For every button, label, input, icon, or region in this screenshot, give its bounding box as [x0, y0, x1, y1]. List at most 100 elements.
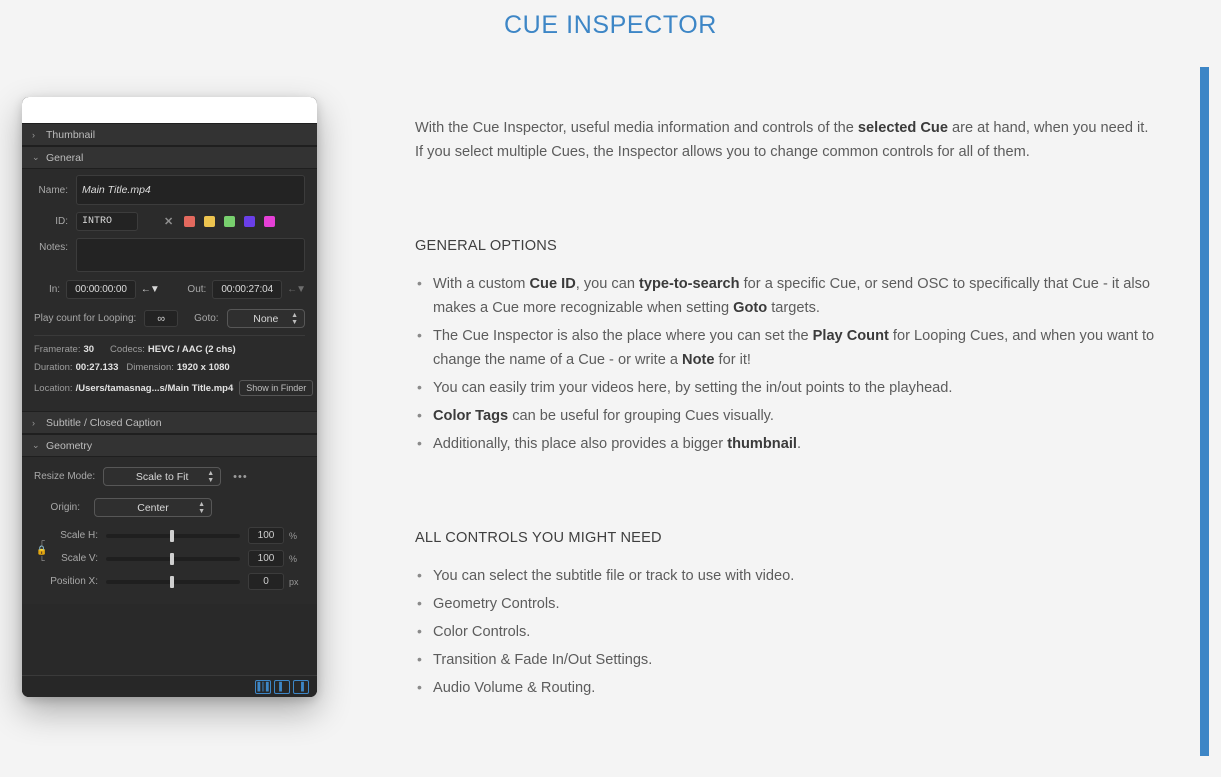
list-item: You can easily trim your videos here, by… [415, 375, 1160, 400]
scale-h-label: Scale H: [60, 530, 98, 541]
location-label: Location: [34, 382, 73, 394]
bracket-top-icon: ┌ [39, 535, 45, 545]
color-tag-swatches: ✕ [164, 215, 276, 228]
chevron-right-icon: › [32, 417, 35, 428]
scale-v-unit: % [289, 553, 298, 564]
scale-v-row: Scale V: 100 % [50, 550, 305, 567]
goto-label: Goto: [194, 313, 219, 324]
cue-inspector-screenshot: › Thumbnail ⌄ General Name: Main Title.m… [22, 97, 317, 697]
position-x-slider[interactable] [106, 575, 240, 588]
chevron-down-icon: ⌄ [32, 440, 40, 450]
in-timecode-input[interactable]: 00:00:00:00 [66, 280, 136, 299]
show-in-finder-button[interactable]: Show in Finder [239, 380, 314, 396]
out-timecode-input[interactable]: 00:00:27:04 [212, 280, 283, 299]
origin-select[interactable]: Center ▲ ▼ [94, 498, 212, 517]
color-tag-red[interactable] [184, 216, 196, 227]
bullet-bold: thumbnail [727, 436, 797, 452]
bullet-bold: Play Count [812, 328, 889, 344]
chevron-right-icon: › [32, 129, 35, 140]
dimension-label: Dimension: [126, 362, 174, 373]
position-x-unit: px [289, 576, 299, 587]
color-tag-yellow[interactable] [204, 216, 216, 227]
section-label-subtitle: Subtitle / Closed Caption [46, 416, 162, 429]
bullet-text: Additionally, this place also provides a… [433, 436, 728, 452]
name-label: Name: [38, 184, 68, 196]
scale-h-input[interactable]: 100 [248, 527, 284, 544]
notes-input[interactable] [76, 238, 305, 272]
resize-mode-select[interactable]: Scale to Fit ▲ ▼ [103, 467, 222, 486]
section-heading-all-controls: ALL CONTROLS YOU MIGHT NEED [415, 530, 662, 546]
intro-bold1: selected Cue [857, 120, 948, 136]
framerate-codecs-row: Framerate: 30 Codecs: HEVC / AAC (2 chs) [34, 344, 305, 355]
goto-select[interactable]: None ▲ ▼ [226, 309, 305, 328]
bullet-bold: type-to-search [639, 276, 740, 292]
origin-value: Center [137, 501, 169, 514]
name-input[interactable]: Main Title.mp4 [76, 175, 305, 205]
scale-v-slider[interactable] [106, 552, 240, 565]
scale-v-input[interactable]: 100 [248, 550, 284, 567]
clear-color-tag-icon[interactable]: ✕ [164, 215, 173, 228]
page-title: CUE INSPECTOR [504, 11, 717, 39]
stepper-arrows-icon: ▲ ▼ [207, 469, 215, 484]
bullet-text: can be useful for grouping Cues visually… [508, 408, 774, 424]
slider-knob[interactable] [170, 575, 175, 588]
play-count-input[interactable]: ∞ [144, 310, 179, 327]
codecs-value: HEVC / AAC (2 chs) [147, 344, 236, 355]
scale-h-slider[interactable] [106, 529, 240, 542]
in-label: In: [48, 284, 61, 295]
bullet-text: Color Controls. [433, 624, 531, 640]
section-header-thumbnail[interactable]: › Thumbnail [22, 123, 317, 146]
slider-knob[interactable] [170, 529, 175, 542]
cue-id-input[interactable]: INTRO [76, 212, 138, 231]
scale-v-label: Scale V: [61, 553, 98, 564]
position-x-row: Position X: 0 px [34, 573, 305, 590]
resize-mode-value: Scale to Fit [135, 470, 189, 483]
goto-value: None [253, 312, 279, 325]
section-header-subtitle[interactable]: › Subtitle / Closed Caption [22, 411, 317, 434]
location-value: /Users/tamasnag...s/Main Title.mp4 [75, 382, 234, 394]
list-item: Transition & Fade In/Out Settings. [415, 647, 1160, 672]
section-label-geometry: Geometry [46, 439, 93, 452]
section-header-geometry[interactable]: ⌄ Geometry [22, 434, 317, 457]
scale-h-row: Scale H: 100 % [50, 527, 305, 544]
framerate-value: 30 [83, 344, 95, 355]
accent-bar [1200, 67, 1209, 756]
bullet-text: , you can [575, 276, 640, 292]
position-x-input[interactable]: 0 [248, 573, 284, 590]
toggle-left-panel-button[interactable]: ▐║▌ [255, 679, 272, 694]
window-titlebar [22, 97, 317, 123]
origin-label: Origin: [50, 502, 80, 513]
toggle-center-panel-button[interactable]: ▌ [274, 679, 290, 694]
stepper-arrows-icon: ▲ ▼ [291, 311, 298, 326]
toggle-right-panel-button[interactable]: ▐ [293, 679, 309, 694]
set-in-to-playhead-icon[interactable]: ←▼ [141, 284, 160, 295]
color-tag-magenta[interactable] [264, 216, 276, 227]
notes-row: Notes: [34, 238, 305, 272]
more-options-icon[interactable]: ••• [233, 471, 248, 483]
set-out-to-playhead-icon[interactable]: ←▼ [287, 284, 306, 295]
geometry-section-body: Resize Mode: Scale to Fit ▲ ▼ ••• Origin:… [22, 457, 317, 604]
bullet-text: Geometry Controls. [433, 596, 560, 612]
duration-value: 00:27.133 [75, 362, 119, 373]
name-row: Name: Main Title.mp4 [34, 175, 305, 205]
in-out-row: In: 00:00:00:00 ←▼ Out: 00:00:27:04 ←▼ [34, 280, 306, 299]
section-header-general[interactable]: ⌄ General [22, 146, 317, 169]
scale-lock-toggle[interactable]: ┌ 🔒 └ [34, 536, 50, 565]
general-section-body: Name: Main Title.mp4 ID: INTRO ✕ Notes: … [22, 169, 317, 411]
list-item: Color Controls. [415, 619, 1160, 644]
bullet-text: You can easily trim your videos here, by… [433, 380, 953, 396]
codecs-label: Codecs: [110, 344, 145, 355]
color-tag-purple[interactable] [244, 216, 256, 227]
bullet-bold: Color Tags [433, 408, 509, 424]
duration-label: Duration: [34, 362, 73, 373]
list-item: Additionally, this place also provides a… [415, 431, 1160, 456]
list-item: Color Tags can be useful for grouping Cu… [415, 403, 1160, 428]
id-label: ID: [55, 216, 68, 227]
slider-knob[interactable] [170, 552, 175, 565]
color-tag-green[interactable] [224, 216, 236, 227]
scale-h-unit: % [289, 530, 298, 541]
bullet-text: targets. [767, 300, 820, 316]
resize-mode-label: Resize Mode: [34, 471, 96, 482]
dimension-value: 1920 x 1080 [176, 362, 230, 373]
bullet-text: for it! [714, 352, 751, 368]
